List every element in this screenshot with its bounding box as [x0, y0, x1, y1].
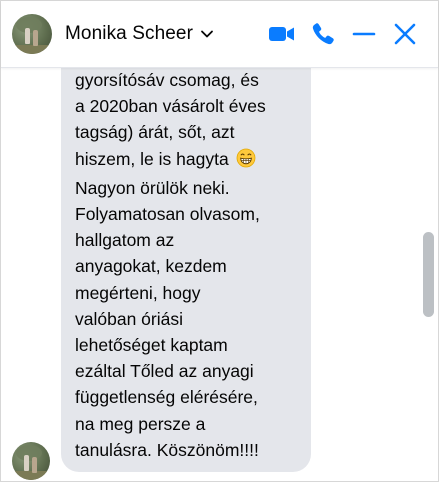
message-line: függetlenség elérésére,	[75, 387, 258, 408]
close-button[interactable]	[390, 19, 420, 49]
contact-name[interactable]: Monika Scheer	[65, 23, 193, 45]
message-line: Folyamatosan olvasom,	[75, 204, 260, 225]
message-line: gyorsítósáv csomag, és	[75, 70, 259, 90]
avatar-figure	[33, 30, 38, 46]
message-bubble[interactable]: ... gyorsítósáv csomag, és a 2020ban vás…	[61, 67, 311, 472]
chevron-down-icon[interactable]	[200, 27, 214, 41]
video-camera-icon	[269, 27, 294, 41]
message-line: megérteni, hogy	[75, 282, 201, 303]
chat-header: Monika Scheer	[1, 1, 438, 68]
contact-avatar[interactable]	[12, 14, 52, 54]
close-icon	[394, 23, 416, 45]
message-line: lehetőséget kaptam	[75, 335, 228, 356]
chat-window: Monika Scheer gyorsítósáv csomag, és a 2…	[0, 0, 439, 482]
message-line: anyagokat, kezdem	[75, 256, 227, 277]
avatar-figure	[25, 28, 30, 44]
message-line: hiszem, le is hagyta	[75, 148, 229, 169]
voice-call-button[interactable]	[308, 19, 338, 49]
message-text: ... gyorsítósáv csomag, és a 2020ban vás…	[75, 67, 266, 463]
message-line: na meg persze a	[75, 413, 206, 434]
avatar-figure	[32, 457, 37, 473]
avatar-foliage	[16, 445, 42, 461]
message-list[interactable]: ... gyorsítósáv csomag, és a 2020ban vás…	[1, 67, 438, 481]
message-line: ezáltal Tőled az anyagi	[75, 361, 254, 382]
scrollbar[interactable]	[420, 67, 437, 481]
message-line: tagság) árát, sőt, azt	[75, 122, 235, 143]
minimize-icon	[352, 32, 376, 36]
message-line: hallgatom az	[75, 230, 175, 251]
message-line: ...	[75, 67, 90, 74]
video-call-button[interactable]	[267, 19, 297, 49]
scrollbar-thumb[interactable]	[423, 232, 434, 317]
sender-avatar[interactable]	[12, 442, 50, 480]
avatar-figure	[24, 455, 29, 471]
message-line: valóban óriási	[75, 308, 183, 329]
message-line: a 2020ban vásárolt éves	[75, 96, 266, 117]
phone-icon	[312, 23, 334, 45]
message-line-with-emoji: hiszem, le is hagyta	[75, 146, 266, 175]
message-line: tanulásra. Köszönöm!!!!	[75, 439, 259, 460]
grinning-face-icon	[236, 148, 256, 175]
avatar-ground	[12, 45, 52, 54]
message-line: Nagyon örülök neki.	[75, 177, 230, 198]
minimize-button[interactable]	[349, 19, 379, 49]
avatar-ground	[12, 471, 50, 480]
